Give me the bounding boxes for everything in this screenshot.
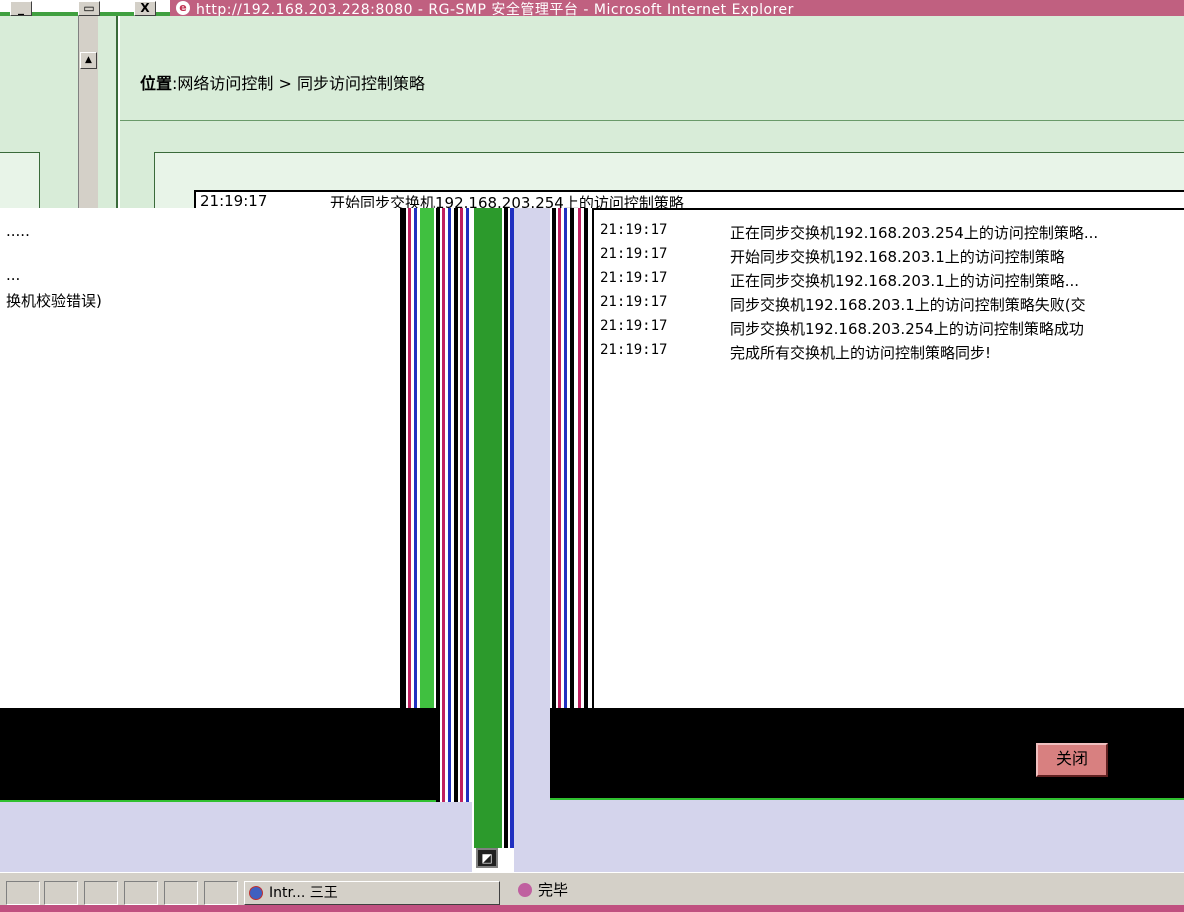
status-pane xyxy=(164,881,198,905)
log-time: 21:19:17 xyxy=(600,222,668,238)
content-header: 位置:网络访问控制 > 同步访问控制策略 xyxy=(120,16,1184,212)
status-bar: Intr... 三王 完毕 xyxy=(0,872,1184,912)
log-time: 21:19:17 xyxy=(600,270,668,286)
status-text: 完毕 xyxy=(538,881,569,899)
log-time: 21:19:17 xyxy=(600,294,668,310)
close-button[interactable]: 关闭 xyxy=(1036,743,1108,777)
log-fragment-left: ..... ... 换机校验错误) xyxy=(0,208,402,708)
log-message: 开始同步交换机192.168.203.1上的访问控制策略 xyxy=(730,248,1065,266)
sync-log-list: 21:19:17 正在同步交换机192.168.203.254上的访问控制策略.… xyxy=(592,208,1184,708)
breadcrumb: 位置:网络访问控制 > 同步访问控制策略 xyxy=(140,70,425,94)
taskbar-button-ie[interactable]: Intr... 三王 xyxy=(244,881,500,905)
breadcrumb-path: 网络访问控制 > 同步访问控制策略 xyxy=(177,74,425,93)
page-done-icon xyxy=(518,883,532,897)
log-message: 同步交换机192.168.203.254上的访问控制策略成功 xyxy=(730,320,1084,338)
ie-icon: e xyxy=(176,1,190,15)
log-message: 正在同步交换机192.168.203.1上的访问控制策略... xyxy=(730,272,1080,290)
resize-grip-icon[interactable]: ◩ xyxy=(476,848,498,868)
log-time: 21:19:17 xyxy=(600,246,668,262)
status-pane xyxy=(6,881,40,905)
status-pane xyxy=(204,881,238,905)
log-fragment-line: ... xyxy=(6,266,21,284)
log-fragment-line: 换机校验错误) xyxy=(6,292,102,310)
log-message: 正在同步交换机192.168.203.254上的访问控制策略... xyxy=(730,224,1099,242)
close-window-button[interactable]: X xyxy=(134,1,156,16)
status-pane xyxy=(44,881,78,905)
scroll-up-arrow-icon[interactable]: ▲ xyxy=(80,52,97,69)
log-fragment-line: ..... xyxy=(6,222,30,240)
left-frame-box xyxy=(0,152,40,210)
left-frame xyxy=(0,16,78,210)
log-first-line: 21:19:17 开始同步交换机192.168.203.254上的访问控制策略 xyxy=(194,190,1184,210)
minimize-button[interactable]: _ xyxy=(10,1,32,16)
title-bar: _ ▭ X e http://192.168.203.228:8080 - RG… xyxy=(0,0,1184,16)
breadcrumb-label: 位置 xyxy=(140,74,173,93)
log-time: 21:19:17 xyxy=(600,342,668,358)
page-background-right xyxy=(550,800,1184,872)
taskbar-suffix: 三王 xyxy=(309,885,338,901)
log-message: 完成所有交换机上的访问控制策略同步! xyxy=(730,344,992,362)
window-title: http://192.168.203.228:8080 - RG-SMP 安全管… xyxy=(196,2,794,16)
taskbar-label: Intr... xyxy=(269,885,306,901)
vertical-scrollbar[interactable]: ▲ xyxy=(78,16,98,208)
status-pane xyxy=(124,881,158,905)
header-divider xyxy=(120,120,1184,121)
taskbar-strip xyxy=(0,905,1184,912)
log-message: 同步交换机192.168.203.1上的访问控制策略失败(交 xyxy=(730,296,1086,314)
log-time: 21:19:17 xyxy=(600,318,668,334)
restore-button[interactable]: ▭ xyxy=(78,1,100,16)
internet-explorer-icon xyxy=(249,886,263,900)
dialog-footer-left xyxy=(0,708,436,802)
status-pane xyxy=(84,881,118,905)
page-background-left xyxy=(0,802,472,872)
lavender-strip xyxy=(514,208,550,872)
frame-divider xyxy=(98,16,118,208)
